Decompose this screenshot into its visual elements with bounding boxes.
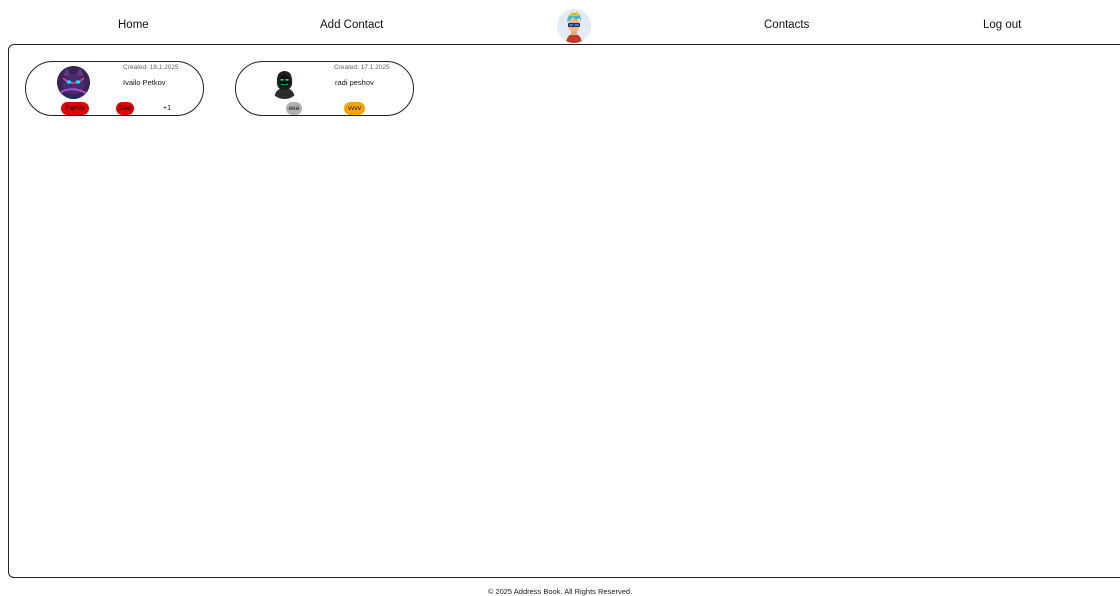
nav-contacts-link[interactable]: Contacts xyxy=(764,19,809,31)
contact-card[interactable]: Created: 17.1.2025 radi peshov eee vvvv xyxy=(235,61,414,116)
contact-tag[interactable]: eee xyxy=(286,102,302,115)
contact-tag[interactable]: Family xyxy=(61,102,89,115)
contacts-panel: Created: 18.1.2025 Ivailo Petkov Family … xyxy=(8,44,1120,578)
cat-avatar-icon xyxy=(57,66,90,99)
user-avatar[interactable] xyxy=(557,9,591,43)
footer-copyright: © 2025 Address Book. All Rights Reserved… xyxy=(487,587,633,596)
hooded-figure-avatar-icon xyxy=(268,66,301,99)
nav-add-contact-link[interactable]: Add Contact xyxy=(320,19,383,31)
contact-tag[interactable]: vvvv xyxy=(344,102,365,115)
contact-created-date: Created: 17.1.2025 xyxy=(334,64,390,71)
contact-name: radi peshov xyxy=(335,78,374,87)
contact-name: Ivailo Petkov xyxy=(123,78,166,87)
more-tags-badge[interactable]: +1 xyxy=(163,102,171,115)
contact-tag[interactable]: Dad xyxy=(116,102,134,115)
nav-home-link[interactable]: Home xyxy=(118,19,149,31)
nav-logout-link[interactable]: Log out xyxy=(983,19,1021,31)
user-avatar-icon xyxy=(557,9,591,43)
top-navigation: Home Add Contact Contacts Log out xyxy=(0,0,1120,44)
contact-avatar xyxy=(57,66,90,99)
contact-avatar xyxy=(268,66,301,99)
contact-created-date: Created: 18.1.2025 xyxy=(123,64,179,71)
contact-card[interactable]: Created: 18.1.2025 Ivailo Petkov Family … xyxy=(25,61,204,116)
